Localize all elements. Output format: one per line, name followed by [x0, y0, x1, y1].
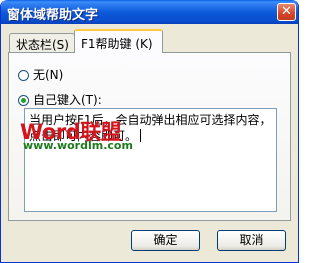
option-custom-label: 自己键入(T): [33, 93, 102, 107]
tab-status-bar-label: 状态栏(S) [16, 38, 69, 52]
option-none-label: 无(N) [33, 68, 64, 82]
close-button[interactable]: ✕ [277, 3, 296, 21]
dialog-window: 窗体域帮助文字 ✕ 状态栏(S) F1帮助键 (K) 无(N) 自己键入(T):… [0, 0, 299, 263]
close-icon: ✕ [281, 4, 292, 19]
ok-button[interactable]: 确定 [131, 230, 200, 251]
radio-none[interactable] [18, 70, 29, 81]
dialog-title: 窗体域帮助文字 [7, 8, 99, 23]
text-caret [140, 129, 142, 142]
tab-f1-help-key[interactable]: F1帮助键 (K) [74, 29, 163, 53]
cancel-button[interactable]: 取消 [217, 230, 286, 251]
option-custom[interactable]: 自己键入(T): [18, 91, 102, 108]
tab-status-bar[interactable]: 状态栏(S) [9, 33, 75, 52]
watermark-url: www.wordlm.com [23, 139, 133, 152]
tab-f1-help-key-label: F1帮助键 (K) [81, 37, 153, 51]
option-none[interactable]: 无(N) [18, 66, 63, 83]
radio-custom[interactable] [18, 95, 29, 106]
title-bar[interactable]: 窗体域帮助文字 ✕ [1, 0, 298, 24]
